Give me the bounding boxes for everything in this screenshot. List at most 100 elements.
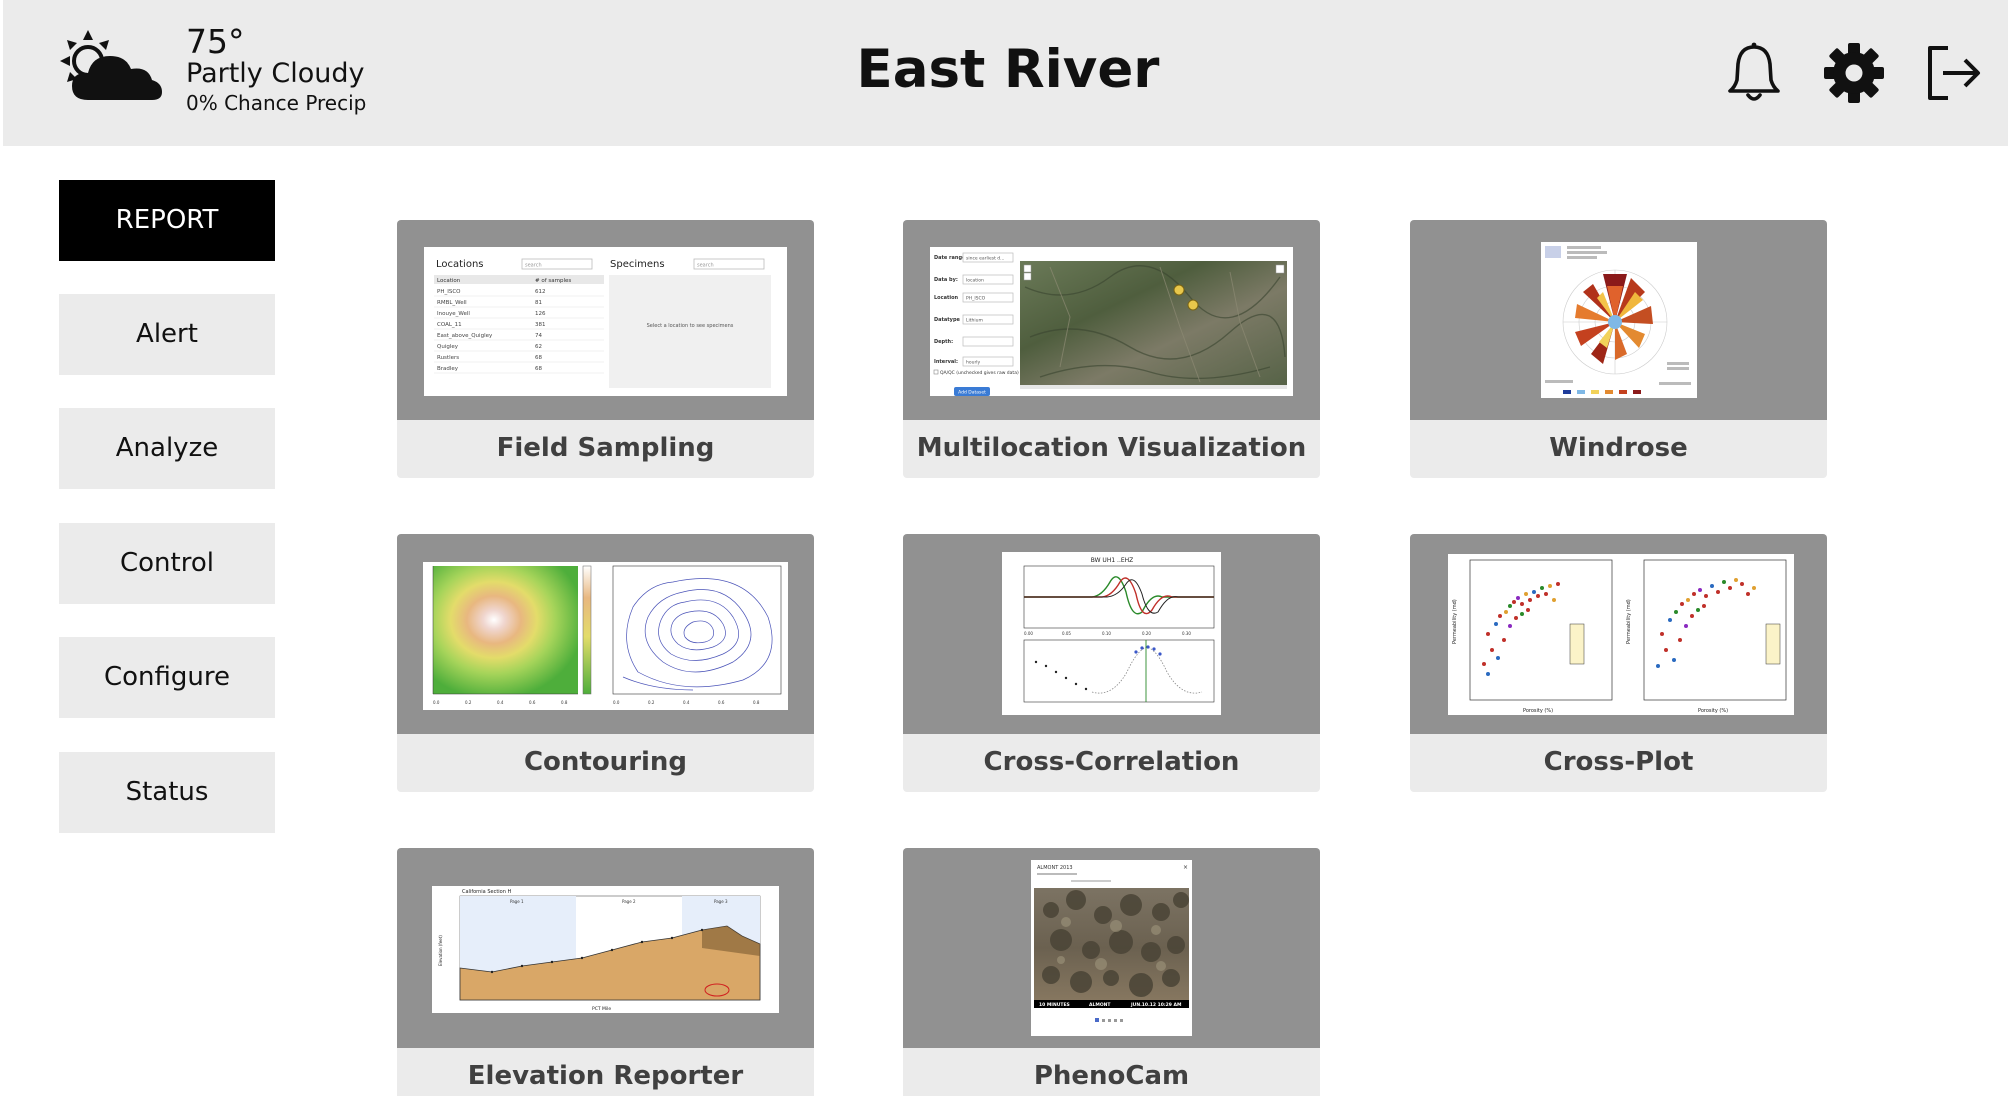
partly-cloudy-icon: [58, 28, 163, 110]
svg-text:Interval:: Interval:: [934, 359, 958, 365]
svg-text:×: ×: [1183, 864, 1188, 871]
tile-thumbnail-area: 0.0 0.2 0.4 0.6 0.8 0.0 0.2 0.4 0.6 0.8: [397, 534, 814, 734]
svg-text:location: location: [966, 278, 984, 284]
elevation-reporter-preview: California Section H Page 1 Page 2 Page …: [432, 886, 779, 1013]
tile-label: Cross-Correlation: [903, 734, 1320, 792]
svg-text:0.8: 0.8: [561, 700, 568, 705]
svg-text:0.20: 0.20: [1142, 631, 1151, 636]
preview-locations-title: Locations: [436, 259, 484, 270]
svg-text:0.30: 0.30: [1182, 631, 1191, 636]
tile-phenocam[interactable]: ALMONT 2013 × 10 MINUTES ALMONT JUN.10.1…: [903, 848, 1320, 1096]
svg-text:Page 1: Page 1: [510, 899, 524, 904]
preview-add-dataset: Add Dataset: [958, 390, 986, 396]
tile-label: Cross-Plot: [1410, 734, 1827, 792]
svg-text:0.05: 0.05: [1062, 631, 1071, 636]
tile-label: Windrose: [1410, 420, 1827, 478]
svg-text:0.0: 0.0: [613, 700, 620, 705]
svg-text:Datatype: Datatype: [934, 317, 961, 323]
nav-control[interactable]: Control: [59, 523, 275, 604]
svg-text:Permeability (md): Permeability (md): [1452, 599, 1458, 644]
tile-elevation-reporter[interactable]: California Section H Page 1 Page 2 Page …: [397, 848, 814, 1096]
svg-text:Page 3: Page 3: [714, 899, 728, 904]
nav-report[interactable]: REPORT: [59, 180, 275, 261]
weather-condition: Partly Cloudy: [186, 58, 365, 89]
svg-text:0.6: 0.6: [529, 700, 536, 705]
page-title: East River: [856, 39, 1160, 100]
svg-text:Elevation (feet): Elevation (feet): [438, 935, 443, 966]
tile-field-sampling[interactable]: Locations search Specimens search Locati…: [397, 220, 814, 478]
svg-text:since earliest d...: since earliest d...: [966, 256, 1004, 262]
svg-text:Lithium: Lithium: [966, 318, 983, 324]
weather-temperature: 75°: [186, 22, 245, 61]
svg-text:Data by:: Data by:: [934, 277, 958, 283]
svg-text:0.00: 0.00: [1024, 631, 1033, 636]
phenocam-preview: ALMONT 2013 × 10 MINUTES ALMONT JUN.10.1…: [1031, 860, 1192, 1036]
svg-text:hourly: hourly: [966, 360, 981, 366]
svg-text:68: 68: [535, 366, 542, 372]
svg-text:381: 381: [535, 322, 546, 328]
svg-text:# of samples: # of samples: [535, 278, 571, 284]
svg-text:PH_ISCO: PH_ISCO: [437, 289, 461, 295]
svg-text:Bradley: Bradley: [437, 366, 459, 372]
svg-text:COAL_11: COAL_11: [437, 322, 462, 328]
svg-text:Porosity (%): Porosity (%): [1523, 708, 1553, 714]
svg-text:10 MINUTES: 10 MINUTES: [1039, 1002, 1070, 1008]
nav-status[interactable]: Status: [59, 752, 275, 833]
windrose-preview: [1541, 242, 1697, 398]
nav-analyze[interactable]: Analyze: [59, 408, 275, 489]
svg-text:0.0: 0.0: [433, 700, 440, 705]
svg-text:RMBL_Well: RMBL_Well: [437, 300, 467, 306]
tile-label: PhenoCam: [903, 1048, 1320, 1096]
svg-text:0.8: 0.8: [753, 700, 760, 705]
svg-text:Quigley: Quigley: [437, 344, 459, 350]
tile-thumbnail-area: ALMONT 2013 × 10 MINUTES ALMONT JUN.10.1…: [903, 848, 1320, 1048]
tile-label: Field Sampling: [397, 420, 814, 478]
svg-text:Inouye_Well: Inouye_Well: [437, 311, 470, 317]
settings-button[interactable]: [1821, 40, 1887, 106]
tile-thumbnail-area: California Section H Page 1 Page 2 Page …: [397, 848, 814, 1048]
svg-text:0.2: 0.2: [648, 700, 655, 705]
tile-multilocation-visualization[interactable]: Date range: Data by: Location Datatype D…: [903, 220, 1320, 478]
tile-label: Multilocation Visualization: [903, 420, 1320, 478]
nav-configure[interactable]: Configure: [59, 637, 275, 718]
field-sampling-preview: Locations search Specimens search Locati…: [424, 247, 787, 396]
tile-cross-correlation[interactable]: BW UH1 ..EHZ 0.00 0.05 0.10 0.20 0.30 Cr…: [903, 534, 1320, 792]
tile-thumbnail-area: [1410, 220, 1827, 420]
tile-windrose[interactable]: Windrose: [1410, 220, 1827, 478]
svg-text:PCT Mile: PCT Mile: [592, 1006, 611, 1012]
notifications-button[interactable]: [1721, 40, 1787, 106]
tile-cross-plot[interactable]: Permeability (md) Permeability (md) Poro…: [1410, 534, 1827, 792]
svg-text:0.4: 0.4: [683, 700, 690, 705]
svg-text:Porosity (%): Porosity (%): [1698, 708, 1728, 714]
svg-text:Location: Location: [437, 278, 461, 284]
svg-text:612: 612: [535, 289, 546, 295]
svg-text:Permeability (md): Permeability (md): [1626, 599, 1632, 644]
tile-label: Elevation Reporter: [397, 1048, 814, 1096]
contouring-preview: 0.0 0.2 0.4 0.6 0.8 0.0 0.2 0.4 0.6 0.8: [423, 562, 788, 710]
logout-button[interactable]: [1921, 40, 1987, 106]
tile-thumbnail-area: Locations search Specimens search Locati…: [397, 220, 814, 420]
svg-text:Depth:: Depth:: [934, 339, 953, 345]
weather-precip: 0% Chance Precip: [186, 91, 367, 115]
cross-plot-preview: Permeability (md) Permeability (md) Poro…: [1448, 554, 1794, 715]
tile-thumbnail-area: Date range: Data by: Location Datatype D…: [903, 220, 1320, 420]
top-bar: 75° Partly Cloudy 0% Chance Precip East …: [3, 0, 2008, 146]
tile-contouring[interactable]: 0.0 0.2 0.4 0.6 0.8 0.0 0.2 0.4 0.6 0.8 Contouri…: [397, 534, 814, 792]
svg-text:JUN.10.12 10:29 AM: JUN.10.12 10:29 AM: [1130, 1002, 1182, 1008]
svg-text:ALMONT: ALMONT: [1089, 1002, 1111, 1008]
svg-text:81: 81: [535, 300, 542, 306]
preview-chart-title: BW UH1 ..EHZ: [1091, 557, 1134, 564]
svg-text:0.4: 0.4: [497, 700, 504, 705]
tile-thumbnail-area: Permeability (md) Permeability (md) Poro…: [1410, 534, 1827, 734]
nav-alert[interactable]: Alert: [59, 294, 275, 375]
svg-text:74: 74: [535, 333, 542, 339]
svg-text:62: 62: [535, 344, 542, 350]
preview-search-placeholder: search: [697, 263, 714, 269]
preview-specimens-hint: Select a location to see specimens: [647, 323, 734, 329]
bell-icon: [1728, 42, 1780, 101]
logout-icon: [1928, 46, 1980, 100]
preview-site-name: ALMONT 2013: [1037, 865, 1073, 871]
svg-text:Date range:: Date range:: [934, 255, 967, 261]
svg-text:0.10: 0.10: [1102, 631, 1111, 636]
svg-text:0.6: 0.6: [718, 700, 725, 705]
